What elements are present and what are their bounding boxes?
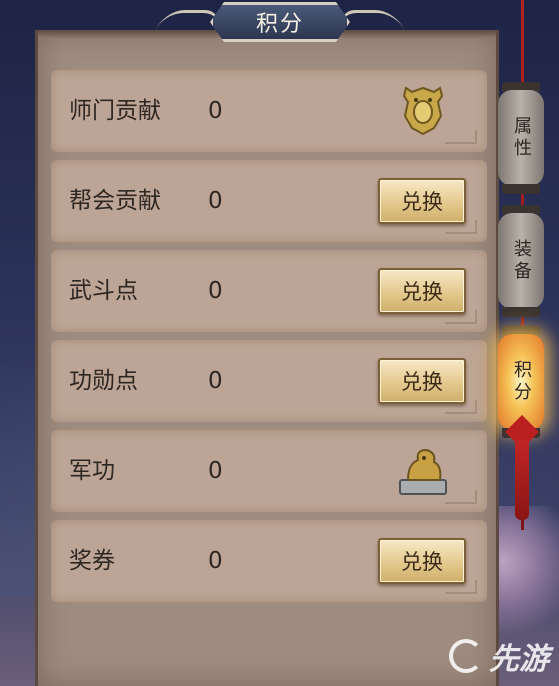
row-guild-contribution: 帮会贡献 0 兑换 xyxy=(51,160,487,242)
row-label: 奖券 xyxy=(69,548,115,574)
row-label: 帮会贡献 xyxy=(69,188,161,214)
page-title: 积分 xyxy=(255,12,304,37)
lantern-cap xyxy=(502,184,540,194)
points-panel: 师门贡献 0 帮会贡献 0 兑换 武斗点 0 兑换 功勋点 0 兑换 军功 0 xyxy=(35,30,499,686)
row-value: 0 xyxy=(208,278,223,304)
row-military-merit: 军功 0 xyxy=(51,430,487,512)
lantern-body: 属性 xyxy=(498,90,544,186)
tab-label: 装备 xyxy=(511,239,532,283)
exchange-button[interactable]: 兑换 xyxy=(378,358,466,404)
watermark-logo-icon xyxy=(449,639,483,673)
tab-equipment[interactable]: 装备 xyxy=(496,205,546,317)
row-merit-points: 功勋点 0 兑换 xyxy=(51,340,487,422)
watermark-text: 先游 xyxy=(489,642,549,677)
exchange-button[interactable]: 兑换 xyxy=(378,538,466,584)
row-label: 师门贡献 xyxy=(69,98,161,124)
tab-label: 积分 xyxy=(511,360,532,404)
jade-seal-icon xyxy=(399,448,447,495)
lantern-cap xyxy=(502,307,540,317)
window-title-bar: 积分 xyxy=(155,0,405,46)
row-lottery-tickets: 奖券 0 兑换 xyxy=(51,520,487,602)
row-label: 功勋点 xyxy=(69,368,138,394)
row-combat-points: 武斗点 0 兑换 xyxy=(51,250,487,332)
red-tassel xyxy=(515,440,529,520)
tab-attributes[interactable]: 属性 xyxy=(496,82,546,194)
row-value: 0 xyxy=(208,458,223,484)
row-value: 0 xyxy=(208,368,223,394)
row-value: 0 xyxy=(208,188,223,214)
exchange-button[interactable]: 兑换 xyxy=(378,178,466,224)
lantern-body: 装备 xyxy=(498,213,544,309)
row-value: 0 xyxy=(208,548,223,574)
row-label: 军功 xyxy=(69,458,115,484)
row-sect-contribution: 师门贡献 0 xyxy=(51,70,487,152)
title-plate: 积分 xyxy=(210,2,350,42)
bronze-token-icon xyxy=(402,86,444,136)
exchange-button[interactable]: 兑换 xyxy=(378,268,466,314)
watermark: 先游 xyxy=(449,636,549,677)
tab-label: 属性 xyxy=(511,116,532,160)
row-value: 0 xyxy=(208,98,223,124)
row-label: 武斗点 xyxy=(69,278,138,304)
